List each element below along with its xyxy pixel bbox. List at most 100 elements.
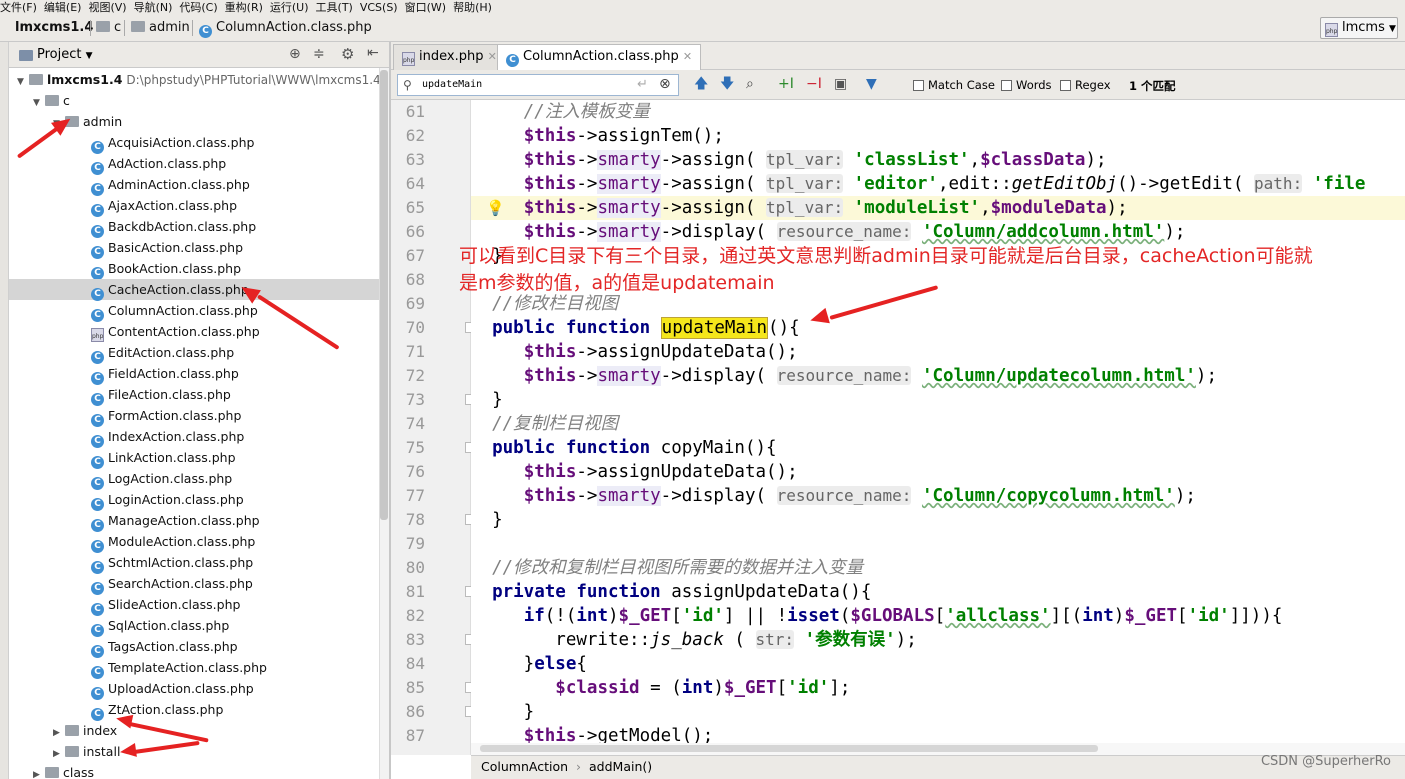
tree-file[interactable]: C SqlAction.class.php [91, 615, 229, 637]
chevron-down-icon[interactable]: ▼ [17, 72, 29, 93]
tree-file[interactable]: C LogAction.class.php [91, 468, 232, 490]
tree-file[interactable]: C LinkAction.class.php [91, 447, 236, 469]
tree-file[interactable]: C UploadAction.class.php [91, 678, 254, 700]
project-icon [19, 50, 33, 61]
prev-occurrence-icon[interactable]: 🡅 [694, 76, 708, 92]
line-number: 67 [405, 246, 425, 265]
close-icon[interactable]: ✕ [488, 50, 497, 63]
menu-item[interactable]: 帮助(H) [453, 2, 499, 13]
menu-item[interactable]: 工具(T) [316, 2, 360, 13]
tree-file[interactable]: C AdAction.class.php [91, 153, 226, 175]
tree-file[interactable]: C BasicAction.class.php [91, 237, 243, 259]
chevron-right-icon[interactable]: ▶ [33, 765, 45, 779]
collapse-icon[interactable]: ≑ [313, 46, 325, 62]
gear-icon[interactable]: ⚙ [341, 45, 354, 63]
tree-file[interactable]: C TemplateAction.class.php [91, 657, 267, 679]
menu-item[interactable]: 重构(R) [225, 2, 270, 13]
code-editor[interactable]: //注入模板变量 $this->assignTem(); $this->smar… [471, 100, 1405, 755]
folder-icon [45, 767, 59, 778]
match-case-checkbox[interactable]: Match Case [913, 78, 995, 92]
menu-item[interactable]: VCS(S) [360, 2, 405, 13]
tree-file[interactable]: C ColumnAction.class.php [91, 300, 258, 322]
code-comment: //修改栏目视图 [492, 294, 619, 314]
php-file-icon: php [402, 52, 415, 66]
select-all-occurrences-icon[interactable]: ▣ [834, 76, 847, 92]
tree-folder-class[interactable]: ▶ class [33, 762, 94, 779]
tree-file[interactable]: C LoginAction.class.php [91, 489, 244, 511]
line-number: 61 [405, 102, 425, 121]
tree-scrollbar-thumb[interactable] [380, 70, 388, 520]
php-class-icon: C [199, 25, 212, 38]
menu-item[interactable]: 窗口(W) [405, 2, 453, 13]
tab-index-php[interactable]: php index.php ✕ [393, 44, 506, 70]
tree-file[interactable]: C EditAction.class.php [91, 342, 234, 364]
php-file-icon: php [1325, 23, 1338, 37]
breadcrumb-file[interactable]: C ColumnAction.class.php [199, 14, 372, 42]
tree-folder-index[interactable]: ▶ index [53, 720, 117, 741]
hide-panel-icon[interactable]: ⇤ [367, 45, 379, 61]
tree-file[interactable]: C AjaxAction.class.php [91, 195, 237, 217]
tree-root[interactable]: ▼ lmxcms1.4 D:\phpstudy\PHPTutorial\WWW\l… [17, 69, 379, 90]
tree-file[interactable]: C AcquisiAction.class.php [91, 132, 254, 154]
project-panel-title[interactable]: Project ▼ [37, 47, 93, 62]
project-panel-header: Project ▼ ⊕ ≑ ⚙ ⇤ [9, 42, 389, 68]
lightbulb-icon[interactable]: 💡 [486, 199, 505, 217]
add-selection-icon[interactable]: +I [778, 76, 794, 92]
tree-file[interactable]: php ContentAction.class.php [91, 321, 260, 342]
status-class[interactable]: ColumnAction [481, 759, 568, 774]
tree-file[interactable]: C FileAction.class.php [91, 384, 231, 406]
clear-icon[interactable]: ⊗ [659, 76, 671, 92]
tree-file[interactable]: C SlideAction.class.php [91, 594, 240, 616]
tree-file[interactable]: C BackdbAction.class.php [91, 216, 256, 238]
line-number: 73 [405, 390, 425, 409]
enter-icon: ↵ [637, 77, 648, 92]
next-occurrence-icon[interactable]: 🡇 [720, 76, 734, 92]
menu-item[interactable]: 运行(U) [270, 2, 316, 13]
breadcrumb-project[interactable]: lmxcms1.4 [15, 14, 93, 42]
tree-file[interactable]: C ManageAction.class.php [91, 510, 260, 532]
tree-file[interactable]: C BookAction.class.php [91, 258, 241, 280]
menu-bar: 文件(F) 编辑(E) 视图(V) 导航(N) 代码(C) 重构(R) 运行(U) 工具(T)… [0, 0, 1405, 14]
line-number: 85 [405, 678, 425, 697]
find-bar: updateMain ⚲ ↵ ⊗ 🡅 🡇 ⌕ +I −I ▣ ▼ Match C… [391, 70, 1405, 100]
folder-icon [45, 95, 59, 106]
tree-file[interactable]: C CacheAction.class.php [9, 279, 379, 301]
breadcrumb-admin[interactable]: admin [131, 14, 190, 42]
menu-item[interactable]: 导航(N) [134, 2, 180, 13]
arrowhead-install [119, 742, 137, 760]
close-icon[interactable]: ✕ [683, 50, 692, 63]
menu-item[interactable]: 编辑(E) [44, 2, 89, 13]
tree-file[interactable]: C ModuleAction.class.php [91, 531, 255, 553]
locate-icon[interactable]: ⊕ [289, 46, 301, 62]
tree-file[interactable]: C AdminAction.class.php [91, 174, 250, 196]
tree-file[interactable]: C SearchAction.class.php [91, 573, 253, 595]
menu-item[interactable]: 视图(V) [88, 2, 133, 13]
tree-folder-c[interactable]: ▼ c [33, 90, 70, 111]
tree-file[interactable]: C ZtAction.class.php [91, 699, 223, 721]
code-comment: //注入模板变量 [523, 102, 650, 122]
tree-file[interactable]: C IndexAction.class.php [91, 426, 244, 448]
remove-selection-icon[interactable]: −I [806, 76, 822, 92]
tab-columnaction[interactable]: C ColumnAction.class.php ✕ [497, 44, 702, 70]
breadcrumb-c[interactable]: c [96, 14, 121, 42]
line-number: 74 [405, 414, 425, 433]
tree-file[interactable]: C TagsAction.class.php [91, 636, 238, 658]
line-number: 78 [405, 510, 425, 529]
find-all-icon[interactable]: ⌕ [746, 76, 754, 92]
line-number: 72 [405, 366, 425, 385]
tree-file[interactable]: C FieldAction.class.php [91, 363, 239, 385]
menu-item[interactable]: 代码(C) [179, 2, 224, 13]
filter-icon[interactable]: ▼ [866, 76, 877, 92]
tree-folder-install[interactable]: ▶ install [53, 741, 120, 762]
php-file-icon: php [91, 328, 104, 342]
regex-checkbox[interactable]: Regex [1060, 78, 1111, 92]
editor-hscrollbar-thumb[interactable] [480, 745, 1098, 752]
chevron-down-icon[interactable]: ▼ [33, 93, 45, 114]
line-number: 83 [405, 630, 425, 649]
status-method[interactable]: addMain() [589, 759, 652, 774]
menu-item[interactable]: 文件(F) [0, 2, 44, 13]
tree-file[interactable]: C FormAction.class.php [91, 405, 241, 427]
run-config-select[interactable]: php lmcms ▼ [1320, 17, 1398, 39]
tree-file[interactable]: C SchtmlAction.class.php [91, 552, 253, 574]
words-checkbox[interactable]: Words [1001, 78, 1052, 92]
